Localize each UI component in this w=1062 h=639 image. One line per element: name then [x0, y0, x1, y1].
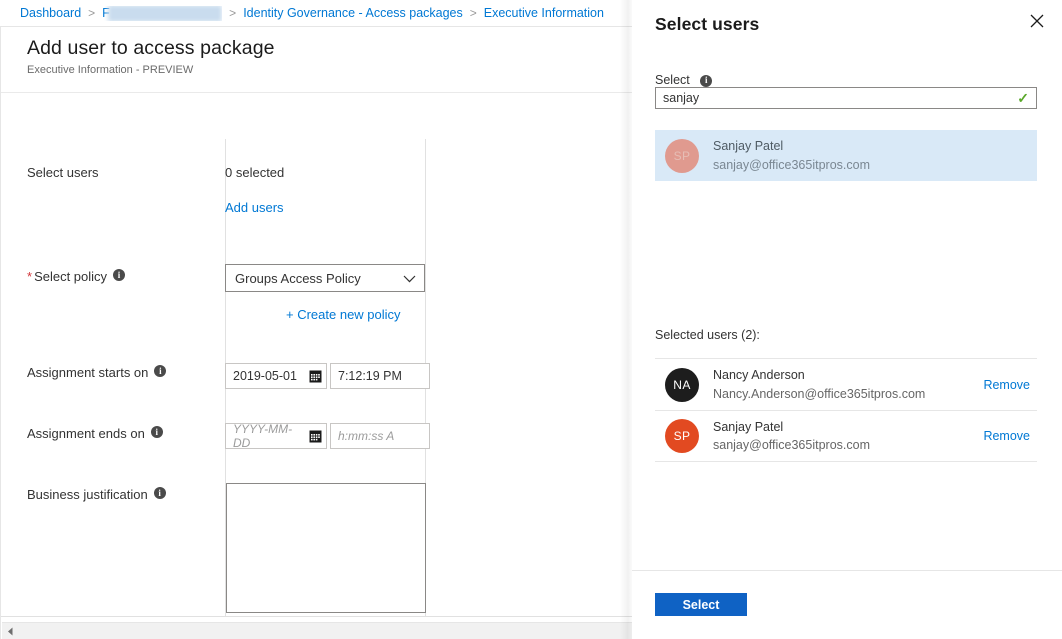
selected-user-person: Nancy Anderson Nancy.Anderson@office365i… [713, 366, 925, 402]
info-icon[interactable]: i [154, 365, 167, 377]
app-root: Dashboard > F > Identity Governance - Ac… [0, 0, 1062, 639]
select-users-label: Select users [27, 165, 99, 180]
field-business-justification-label: Business justification i [27, 487, 166, 502]
calendar-icon[interactable] [309, 370, 322, 383]
header-divider [1, 92, 632, 93]
selected-user-email: sanjay@office365itpros.com [713, 438, 870, 452]
valid-check-icon: ✓ [1017, 89, 1029, 106]
field-assignment-starts-label: Assignment starts on i [27, 365, 167, 380]
avatar: NA [665, 367, 699, 402]
assignment-starts-time-value: 7:12:19 PM [338, 369, 402, 383]
scroll-left-arrow-icon[interactable] [2, 623, 19, 639]
selected-count: 0 selected [225, 165, 284, 180]
page-header: Add user to access package Executive Inf… [1, 27, 632, 84]
assignment-starts-label: Assignment starts on [27, 365, 149, 380]
assignment-ends-time-placeholder: h:mm:ss A [338, 429, 395, 443]
remove-user-link[interactable]: Remove [983, 378, 1030, 392]
user-search-field[interactable]: ✓ [655, 87, 1037, 109]
page-title: Add user to access package [27, 37, 275, 59]
selected-user-email: Nancy.Anderson@office365itpros.com [713, 386, 926, 401]
list-item: SP Sanjay Patel sanjay@office365itpros.c… [655, 410, 1037, 462]
create-new-policy-link[interactable]: + Create new policy [286, 307, 401, 322]
assignment-starts-date-input[interactable]: 2019-05-01 [225, 363, 327, 389]
selected-users-list: NA Nancy Anderson Nancy.Anderson@office3… [655, 358, 1037, 462]
list-item: NA Nancy Anderson Nancy.Anderson@office3… [655, 358, 1037, 410]
assignment-starts-inputs: 2019-05-01 7:12:19 PM [225, 363, 430, 389]
required-asterisk: * [27, 269, 33, 284]
breadcrumb-item-identity-governance[interactable]: Identity Governance - Access packages [243, 6, 463, 20]
search-result-person: Sanjay Patel sanjay@office365itpros.com [713, 137, 870, 173]
panel-header: Select users [632, 0, 1062, 35]
breadcrumb-item-executive-information[interactable]: Executive Information [484, 6, 604, 20]
add-user-pane: Add user to access package Executive Inf… [0, 26, 632, 639]
search-result-item[interactable]: SP Sanjay Patel sanjay@office365itpros.c… [655, 130, 1037, 181]
select-policy-label: * Select policy [27, 269, 107, 284]
avatar: SP [665, 419, 699, 453]
info-icon[interactable]: i [113, 269, 126, 281]
add-users-link-row: Add users [225, 200, 284, 215]
field-select-policy-label: * Select policy i [27, 269, 126, 284]
assignment-ends-label: Assignment ends on [27, 426, 145, 441]
selected-count-text: 0 selected [225, 165, 285, 180]
search-result-email: sanjay@office365itpros.com [713, 157, 870, 172]
assignment-ends-inputs: YYYY-MM-DD h:mm:ss A [225, 422, 430, 450]
business-justification-row [226, 483, 426, 613]
breadcrumb-separator-3: > [469, 6, 477, 20]
assignment-starts-date-value: 2019-05-01 [233, 369, 297, 383]
business-justification-input[interactable] [226, 483, 426, 613]
policy-select[interactable]: Groups Access Policy [225, 264, 425, 292]
remove-user-link[interactable]: Remove [983, 429, 1030, 443]
horizontal-scrollbar[interactable] [2, 622, 632, 639]
close-icon[interactable] [1026, 10, 1048, 32]
info-icon[interactable]: i [150, 426, 163, 438]
create-policy-row: + Create new policy [286, 307, 401, 322]
user-search-input[interactable] [663, 91, 1012, 105]
page-subtitle: Executive Information - PREVIEW [27, 64, 194, 76]
select-policy-label-text: Select policy [34, 269, 108, 284]
avatar: SP [665, 138, 699, 173]
info-icon[interactable]: i [153, 487, 166, 499]
selected-users-header: Selected users (2): [655, 328, 760, 342]
assignment-ends-time-input[interactable]: h:mm:ss A [330, 423, 430, 449]
breadcrumb-item-redacted[interactable]: F [102, 5, 223, 21]
breadcrumb-separator-2: > [229, 6, 237, 20]
panel-shadow [620, 0, 632, 639]
avatar-initials: SP [673, 429, 691, 443]
add-users-link[interactable]: Add users [225, 200, 284, 215]
selected-user-name: Nancy Anderson [713, 368, 805, 383]
select-button[interactable]: Select [655, 593, 747, 616]
avatar-initials: SP [673, 148, 691, 163]
assignment-ends-date-placeholder: YYYY-MM-DD [233, 422, 293, 450]
breadcrumb-separator: > [88, 6, 96, 20]
selected-user-person: Sanjay Patel sanjay@office365itpros.com [713, 418, 870, 454]
form-bottom-divider [1, 616, 632, 617]
business-justification-label: Business justification [27, 487, 148, 502]
info-icon[interactable]: i [700, 74, 713, 87]
field-select-users-label: Select users [27, 165, 99, 180]
redaction-overlay [108, 5, 223, 21]
calendar-icon[interactable] [309, 430, 322, 443]
policy-select-value: Groups Access Policy [235, 270, 361, 286]
search-result-name: Sanjay Patel [713, 139, 784, 154]
field-assignment-ends-label: Assignment ends on i [27, 426, 163, 441]
chevron-down-icon [403, 271, 416, 286]
assignment-ends-date-input[interactable]: YYYY-MM-DD [225, 422, 327, 450]
breadcrumb-item-dashboard[interactable]: Dashboard [20, 6, 81, 20]
panel-title: Select users [655, 14, 760, 34]
select-field-label: Select [655, 73, 690, 87]
selected-user-name: Sanjay Patel [713, 419, 784, 434]
policy-select-row: Groups Access Policy [225, 264, 425, 292]
assignment-starts-time-input[interactable]: 7:12:19 PM [330, 363, 430, 389]
avatar-initials: NA [673, 377, 691, 392]
panel-footer-divider [632, 570, 1062, 571]
